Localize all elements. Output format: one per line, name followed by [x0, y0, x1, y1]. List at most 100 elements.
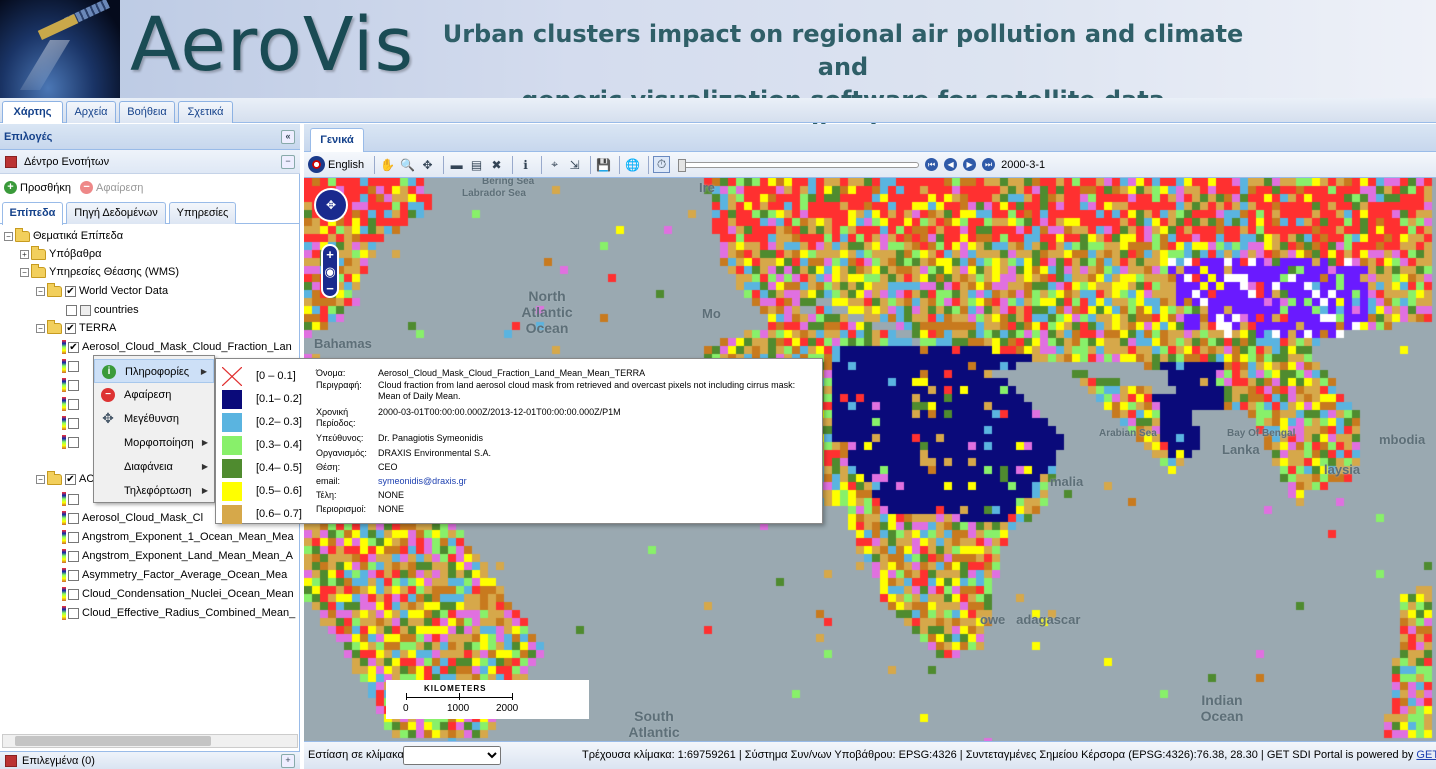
scrollbar-thumb[interactable]: [15, 736, 211, 746]
time-next-icon[interactable]: ▶: [963, 158, 977, 171]
tree-basemaps-label: Υπόβαθρα: [49, 248, 102, 260]
layer-checkbox[interactable]: [68, 569, 79, 581]
tree-root-label: Θεματικά Επίπεδα: [33, 230, 124, 242]
folder-icon: [47, 470, 62, 485]
info-email-link[interactable]: symeonidis@draxis.gr: [378, 476, 798, 487]
tree-basemaps[interactable]: + Υπόβαθρα: [20, 245, 101, 263]
tree-terra-layer[interactable]: ✔ Aerosol_Cloud_Mask_Cloud_Fraction_Lan: [62, 338, 292, 356]
legend-swatch: [222, 481, 242, 501]
collapse-tree-button[interactable]: −: [281, 155, 295, 169]
tab-help[interactable]: Βοήθεια: [119, 101, 175, 123]
crosshair-icon[interactable]: ⌖: [546, 156, 563, 173]
terra-layer-checkbox[interactable]: ✔: [68, 341, 79, 353]
time-slider[interactable]: [678, 158, 920, 172]
info-key: Περιγραφή:: [316, 380, 362, 390]
layer-checkbox[interactable]: [68, 607, 79, 619]
tab-files[interactable]: Αρχεία: [66, 101, 116, 123]
folder-icon: [15, 227, 30, 242]
folder-icon: [31, 245, 46, 260]
tree-layer-item[interactable]: Asymmetry_Factor_Average_Ocean_Mea: [62, 566, 287, 584]
uk-flag-icon[interactable]: [308, 156, 325, 173]
legend-row: [0.5– 0.6]: [222, 480, 302, 502]
info-row: Υπεύθυνος: Dr. Panagiotis Symeonidis: [316, 433, 798, 444]
layer-checkbox[interactable]: [68, 512, 79, 524]
zoom-world-button[interactable]: ◉: [323, 263, 337, 280]
tree-layer-item[interactable]: Cloud_Effective_Radius_Combined_Mean_: [62, 604, 295, 622]
powered-link[interactable]: GET Ltd: [1416, 749, 1436, 761]
options-header: Επιλογές «: [0, 124, 300, 150]
info-key: Όνομα:: [316, 368, 346, 378]
measure-area-icon[interactable]: ▤: [468, 156, 485, 173]
language-label[interactable]: English: [328, 159, 364, 171]
select-tool-icon[interactable]: ⇲: [566, 156, 583, 173]
time-last-icon[interactable]: ⏭: [982, 158, 996, 171]
tree-root[interactable]: − Θεματικά Επίπεδα: [4, 227, 123, 245]
tree-hidden-row: [62, 395, 82, 413]
selected-label: Επιλεγμένα (0): [22, 755, 95, 767]
measure-line-icon[interactable]: ▬: [448, 156, 465, 173]
layer-checkbox[interactable]: [68, 550, 79, 562]
pan-control[interactable]: ✥: [314, 188, 348, 222]
tree-terra[interactable]: − ✔ TERRA: [36, 319, 116, 337]
tab-layers[interactable]: Επίπεδα: [2, 202, 63, 225]
globe-icon[interactable]: 🌐: [624, 156, 641, 173]
feature-info-icon[interactable]: ℹ: [517, 156, 534, 173]
info-row: Θέση: CEO: [316, 462, 798, 473]
legend-row: [0.2– 0.3]: [222, 411, 302, 433]
legend-label: [0.5– 0.6]: [256, 485, 302, 497]
menu-item-opacity[interactable]: Διαφάνεια ▶: [94, 455, 214, 479]
map-label-south-atlantic: South Atlantic: [628, 708, 680, 740]
countries-expander[interactable]: [66, 304, 77, 316]
collapse-left-button[interactable]: «: [281, 130, 295, 144]
menu-item-zoom[interactable]: ✥ Μεγέθυνση: [94, 407, 214, 431]
menu-item-remove[interactable]: − Αφαίρεση: [94, 383, 214, 407]
layer-checkbox[interactable]: [68, 531, 79, 543]
time-play-icon[interactable]: ⏱: [653, 156, 671, 173]
tree-ac-folder[interactable]: − ✔ AC: [36, 470, 94, 488]
layer-checkbox[interactable]: [68, 588, 79, 600]
expand-selected-button[interactable]: +: [281, 754, 295, 768]
remove-button[interactable]: − Αφαίρεση: [80, 177, 143, 199]
save-icon[interactable]: 💾: [595, 156, 612, 173]
move-icon[interactable]: ✥: [419, 156, 436, 173]
ac-checkbox[interactable]: ✔: [65, 473, 76, 485]
tree-layer-label: Angstrom_Exponent_1_Ocean_Mean_Mea: [82, 531, 294, 543]
add-label: Προσθήκη: [20, 181, 71, 194]
info-key: Περιορισμοί:: [316, 504, 367, 514]
tree-horizontal-scrollbar[interactable]: [2, 734, 298, 748]
countries-checkbox[interactable]: [80, 304, 91, 316]
tab-map[interactable]: Χάρτης: [2, 101, 63, 123]
zoom-scale-select[interactable]: [403, 746, 501, 765]
zoom-in-button[interactable]: +: [323, 246, 337, 263]
scale-tick: 2000: [496, 703, 519, 714]
zoom-box-icon[interactable]: 🔍: [399, 156, 416, 173]
remove-icon: −: [80, 181, 94, 194]
tree-layer-item[interactable]: Cloud_Condensation_Nuclei_Ocean_Mean: [62, 585, 294, 603]
menu-label: Μεγέθυνση: [124, 413, 180, 425]
menu-item-info[interactable]: i Πληροφορίες ▶: [94, 359, 214, 383]
pan-hand-icon[interactable]: ✋: [379, 156, 396, 173]
clear-measure-icon[interactable]: ✖: [488, 156, 505, 173]
time-prev-icon[interactable]: ◀: [944, 158, 958, 171]
tree-layer-item[interactable]: Angstrom_Exponent_Land_Mean_Mean_A: [62, 547, 293, 565]
tree-world-vector[interactable]: − ✔ World Vector Data: [36, 282, 168, 300]
layer-context-menu: i Πληροφορίες ▶ − Αφαίρεση ✥ Μεγέθυνση Μορφο…: [93, 355, 215, 503]
zoom-out-button[interactable]: −: [323, 280, 337, 297]
menu-item-style[interactable]: Μορφοποίηση ▶: [94, 431, 214, 455]
menu-item-download[interactable]: Τηλεφόρτωση ▶: [94, 479, 214, 503]
tab-about[interactable]: Σχετικά: [178, 101, 233, 123]
app-window: AeroVis Urban clusters impact on regiona…: [0, 0, 1436, 769]
time-slider-knob[interactable]: [678, 158, 687, 172]
tree-wms[interactable]: − Υπηρεσίες Θέασης (WMS): [20, 263, 179, 281]
tab-services[interactable]: Υπηρεσίες: [169, 202, 236, 224]
add-button[interactable]: + Προσθήκη: [4, 177, 71, 199]
time-first-icon[interactable]: ⏮: [925, 158, 939, 171]
tree-layer-item[interactable]: Aerosol_Cloud_Mask_Cl: [62, 509, 203, 527]
tree-countries[interactable]: countries: [66, 301, 139, 319]
terra-checkbox[interactable]: ✔: [65, 322, 76, 334]
tree-layer-item[interactable]: Angstrom_Exponent_1_Ocean_Mean_Mea: [62, 528, 294, 546]
world-vector-checkbox[interactable]: ✔: [65, 285, 76, 297]
tab-general[interactable]: Γενικά: [310, 128, 364, 152]
tab-data-source[interactable]: Πηγή Δεδομένων: [66, 202, 166, 224]
tree-hidden-row: [62, 357, 82, 375]
